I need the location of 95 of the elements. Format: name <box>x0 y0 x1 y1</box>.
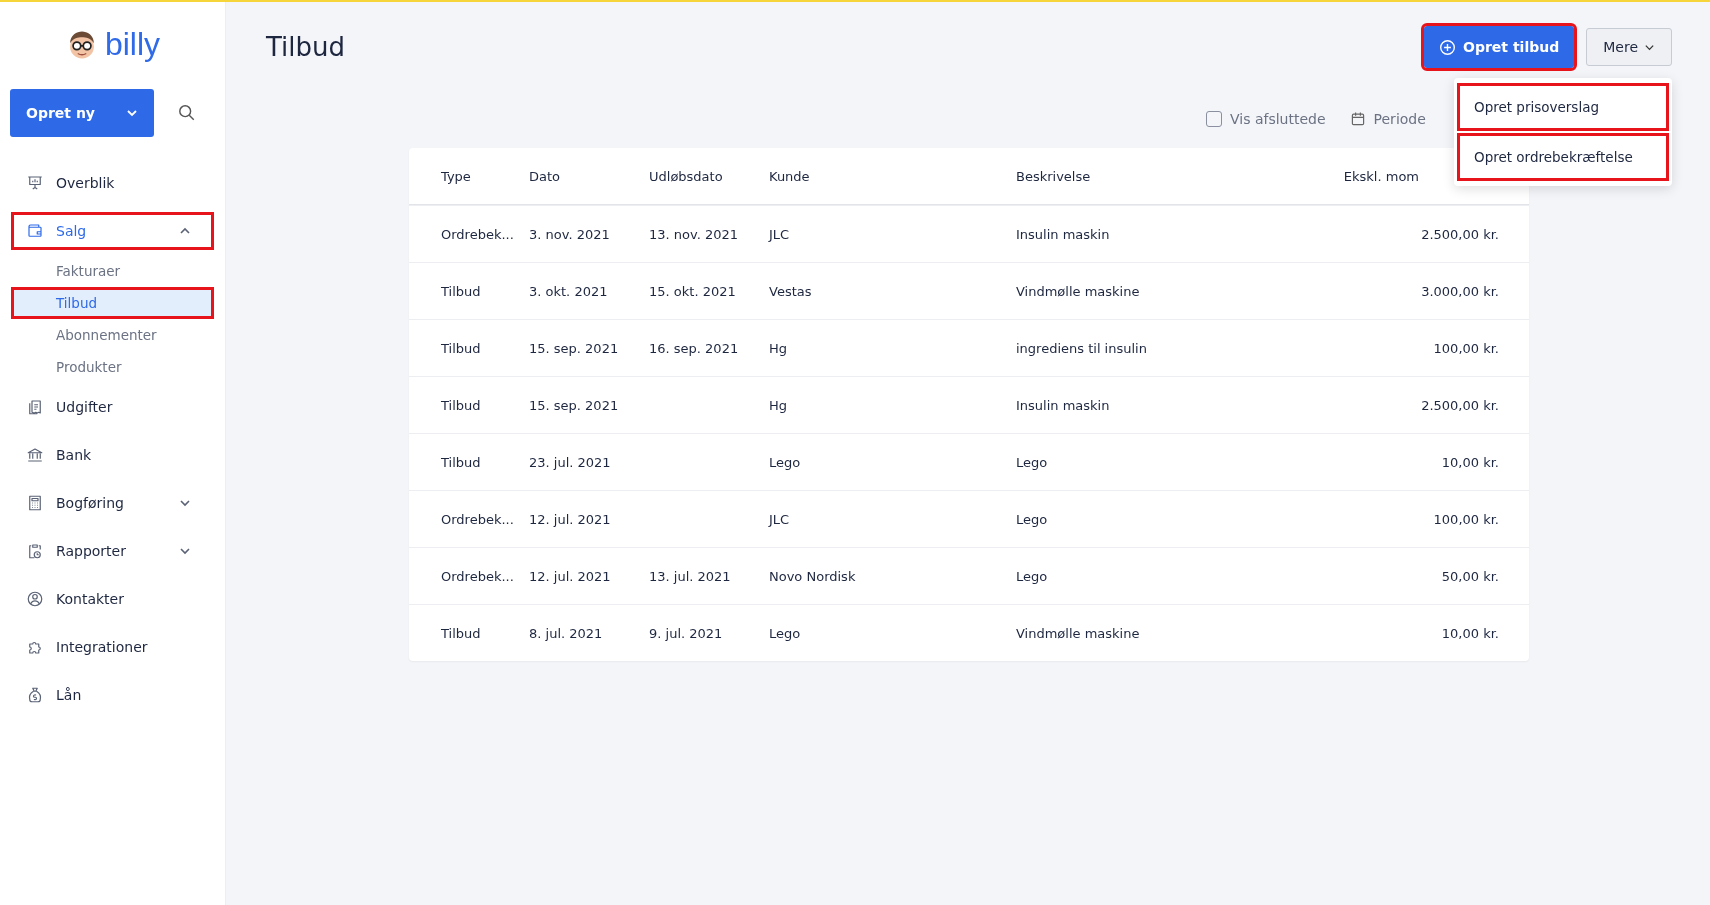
receipt-icon <box>26 398 44 416</box>
table-cell-text: Ordrebek... <box>441 511 515 527</box>
table-cell-text: 16. sep. 2021 <box>649 340 740 356</box>
table-cell-text: 12. jul. 2021 <box>529 568 612 584</box>
table-row[interactable]: Tilbud 8. jul. 2021 9. jul. 2021 Lego Vindmølle maskine 10,00 kr. <box>409 604 1529 661</box>
table-cell-text: Lego <box>769 625 802 641</box>
table-cell-text: Lego <box>1016 511 1049 527</box>
table-cell-text: 23. jul. 2021 <box>529 454 612 470</box>
table-row[interactable]: Tilbud 3. okt. 2021 15. okt. 2021 Vestas Vindmølle maskine 3.000,00 kr. <box>409 262 1529 319</box>
table-cell-text: Tilbud <box>441 625 482 641</box>
table-cell-text: JLC <box>769 226 791 242</box>
column-header: Kunde <box>769 168 811 184</box>
table-cell-text: Insulin maskin <box>1016 226 1111 242</box>
table-cell-text: 10,00 kr. <box>1440 625 1499 641</box>
calendar-icon <box>1349 111 1366 127</box>
table-row[interactable]: Ordrebek... 12. jul. 2021 JLC Lego 100,00 kr. <box>409 490 1529 547</box>
table-cell-text: JLC <box>769 511 791 527</box>
table-cell-text: 3.000,00 kr. <box>1420 283 1499 299</box>
column-header: Type <box>441 168 472 184</box>
table-cell-text: Ordrebek... <box>441 568 515 584</box>
table-cell-text: 15. sep. 2021 <box>529 340 620 356</box>
wallet-icon <box>26 222 44 240</box>
sidebar-item[interactable]: Kontakter <box>14 583 211 615</box>
sidebar-item[interactable]: Bogføring <box>14 487 211 519</box>
table-cell-text: Lego <box>769 454 802 470</box>
show-closed-checkbox[interactable]: Vis afsluttede <box>1206 111 1326 127</box>
more-button[interactable]: Mere <box>1586 28 1672 66</box>
money-bag-icon <box>26 686 44 704</box>
menu-item[interactable]: Opret prisoverslag <box>1460 86 1666 128</box>
table-cell-text: Hg <box>769 397 789 413</box>
table-cell-text: 12. jul. 2021 <box>529 511 612 527</box>
column-header: Udløbsdato <box>649 168 724 184</box>
chevron-down-icon <box>179 497 191 509</box>
logo-text: billy <box>104 26 161 63</box>
table-cell-text: Tilbud <box>441 454 482 470</box>
table-row[interactable]: Tilbud 15. sep. 2021 16. sep. 2021 Hg ingrediens til insulin 100,00 kr. <box>409 319 1529 376</box>
table-cell-text: Ordrebek... <box>441 226 515 242</box>
clipboard-clock-icon <box>26 542 44 560</box>
table-cell-text: Novo Nordisk <box>769 568 857 584</box>
table-row[interactable]: Ordrebek... 3. nov. 2021 13. nov. 2021 JLC Insulin maskin 2.500,00 kr. <box>409 205 1529 262</box>
table-row[interactable]: Ordrebek... 12. jul. 2021 13. jul. 2021 Novo Nordisk Lego 50,00 kr. <box>409 547 1529 604</box>
create-new-button[interactable]: Opret ny <box>10 89 154 137</box>
table-cell-text: Insulin maskin <box>1016 397 1111 413</box>
sidebar-subitem[interactable]: Tilbud <box>14 290 211 316</box>
sidebar-item[interactable]: Lån <box>14 679 211 711</box>
chevron-down-icon <box>179 545 191 557</box>
table-cell-text: Vindmølle maskine <box>1016 283 1141 299</box>
checkbox[interactable] <box>1206 111 1222 127</box>
presentation-icon <box>26 174 44 192</box>
table-cell-text: Vestas <box>769 283 813 299</box>
table-cell-text: Tilbud <box>441 283 482 299</box>
table-row[interactable]: Tilbud 23. jul. 2021 Lego Lego 10,00 kr. <box>409 433 1529 490</box>
column-header: Beskrivelse <box>1016 168 1092 184</box>
period-filter[interactable]: Periode <box>1349 111 1426 127</box>
table-cell-text: 13. jul. 2021 <box>649 568 732 584</box>
column-header: Dato <box>529 168 562 184</box>
bank-icon <box>26 446 44 464</box>
page-title: Tilbud <box>266 32 345 62</box>
calculator-icon <box>26 494 44 512</box>
table-cell-text: 2.500,00 kr. <box>1420 397 1499 413</box>
table-cell-text: Lego <box>1016 454 1049 470</box>
table-cell-text: Tilbud <box>441 340 482 356</box>
table-cell-text: 15. sep. 2021 <box>529 397 620 413</box>
sidebar-item[interactable]: Salg <box>14 215 211 247</box>
table-cell-text: 3. nov. 2021 <box>529 226 611 242</box>
table-cell-text: 15. okt. 2021 <box>649 283 737 299</box>
sidebar-item[interactable]: Rapporter <box>14 535 211 567</box>
sidebar-subitem[interactable]: Abonnementer <box>14 322 211 348</box>
sidebar-subitem[interactable]: Fakturaer <box>14 258 211 284</box>
table-cell-text: Vindmølle maskine <box>1016 625 1141 641</box>
table-cell-text: Hg <box>769 340 789 356</box>
table-cell-text: 13. nov. 2021 <box>649 226 740 242</box>
sidebar-subitem[interactable]: Produkter <box>14 354 211 380</box>
table-cell-text: 9. jul. 2021 <box>649 625 724 641</box>
sidebar-item[interactable]: Bank <box>14 439 211 471</box>
column-header: Ekskl. mom <box>1342 168 1420 184</box>
plus-circle-icon <box>1439 38 1457 56</box>
sidebar-item[interactable]: Udgifter <box>14 391 211 423</box>
sidebar-item[interactable]: Integrationer <box>14 631 211 663</box>
table-cell-text: 50,00 kr. <box>1440 568 1499 584</box>
table-cell-text: 10,00 kr. <box>1440 454 1499 470</box>
search-icon[interactable] <box>178 104 196 122</box>
table-cell-text: Tilbud <box>441 397 482 413</box>
table-cell-text: 8. jul. 2021 <box>529 625 604 641</box>
sidebar-item[interactable]: Overblik <box>14 167 211 199</box>
table-cell-text: Lego <box>1016 568 1049 584</box>
table-row[interactable]: Tilbud 15. sep. 2021 Hg Insulin maskin 2.500,00 kr. <box>409 376 1529 433</box>
table-cell-text: 2.500,00 kr. <box>1420 226 1499 242</box>
table-cell-text: 100,00 kr. <box>1432 511 1499 527</box>
chevron-down-icon <box>126 107 138 119</box>
table-cell-text: ingrediens til insulin <box>1016 340 1148 356</box>
menu-item[interactable]: Opret ordrebekræftelse <box>1460 136 1666 178</box>
table-cell-text: 3. okt. 2021 <box>529 283 609 299</box>
table-cell-text: 100,00 kr. <box>1432 340 1499 356</box>
create-offer-button[interactable]: Opret tilbud <box>1424 26 1575 68</box>
